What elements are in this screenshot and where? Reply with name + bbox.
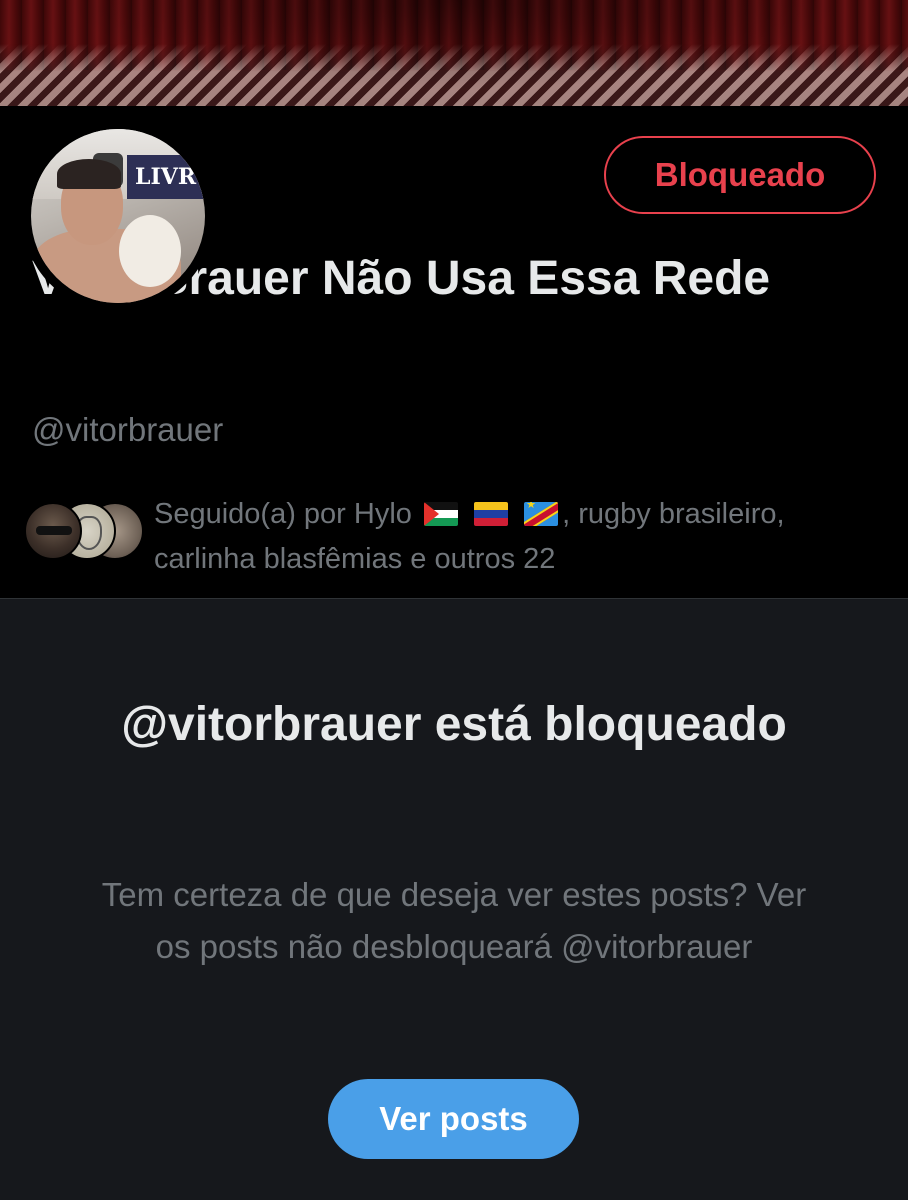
profile-banner[interactable] xyxy=(0,0,908,106)
follower-avatar xyxy=(24,502,82,560)
avatar-photo: LIVR xyxy=(31,129,205,303)
blocked-notice: @vitorbrauer está bloqueado Tem certeza … xyxy=(0,598,908,1200)
flag-dr-congo-icon xyxy=(524,502,559,526)
flag-palestine-icon xyxy=(423,502,458,526)
profile-handle: @vitorbrauer xyxy=(32,411,224,448)
avatar-sign: LIVR xyxy=(127,155,205,199)
blocked-title: @vitorbrauer está bloqueado xyxy=(121,698,787,751)
profile-header: LIVR Bloqueado Vitor Brauer Não Usa Essa… xyxy=(0,106,908,598)
followers-prefix: Seguido(a) por Hylo xyxy=(154,498,412,530)
followers-you-know[interactable]: Seguido(a) por Hylo , rugby brasileiro, … xyxy=(24,492,884,582)
avatar-hair xyxy=(57,159,121,189)
blocked-description: Tem certeza de que deseja ver estes post… xyxy=(101,876,807,965)
view-posts-button[interactable]: Ver posts xyxy=(328,1079,579,1159)
followers-text: Seguido(a) por Hylo , rugby brasileiro, … xyxy=(154,492,874,582)
avatar-dog xyxy=(119,215,181,287)
avatar[interactable]: LIVR xyxy=(22,120,214,312)
profile-page: LIVR Bloqueado Vitor Brauer Não Usa Essa… xyxy=(0,0,908,1200)
banner-shadow xyxy=(0,0,908,106)
flag-venezuela-icon xyxy=(474,502,509,526)
blocked-button[interactable]: Bloqueado xyxy=(604,136,876,214)
